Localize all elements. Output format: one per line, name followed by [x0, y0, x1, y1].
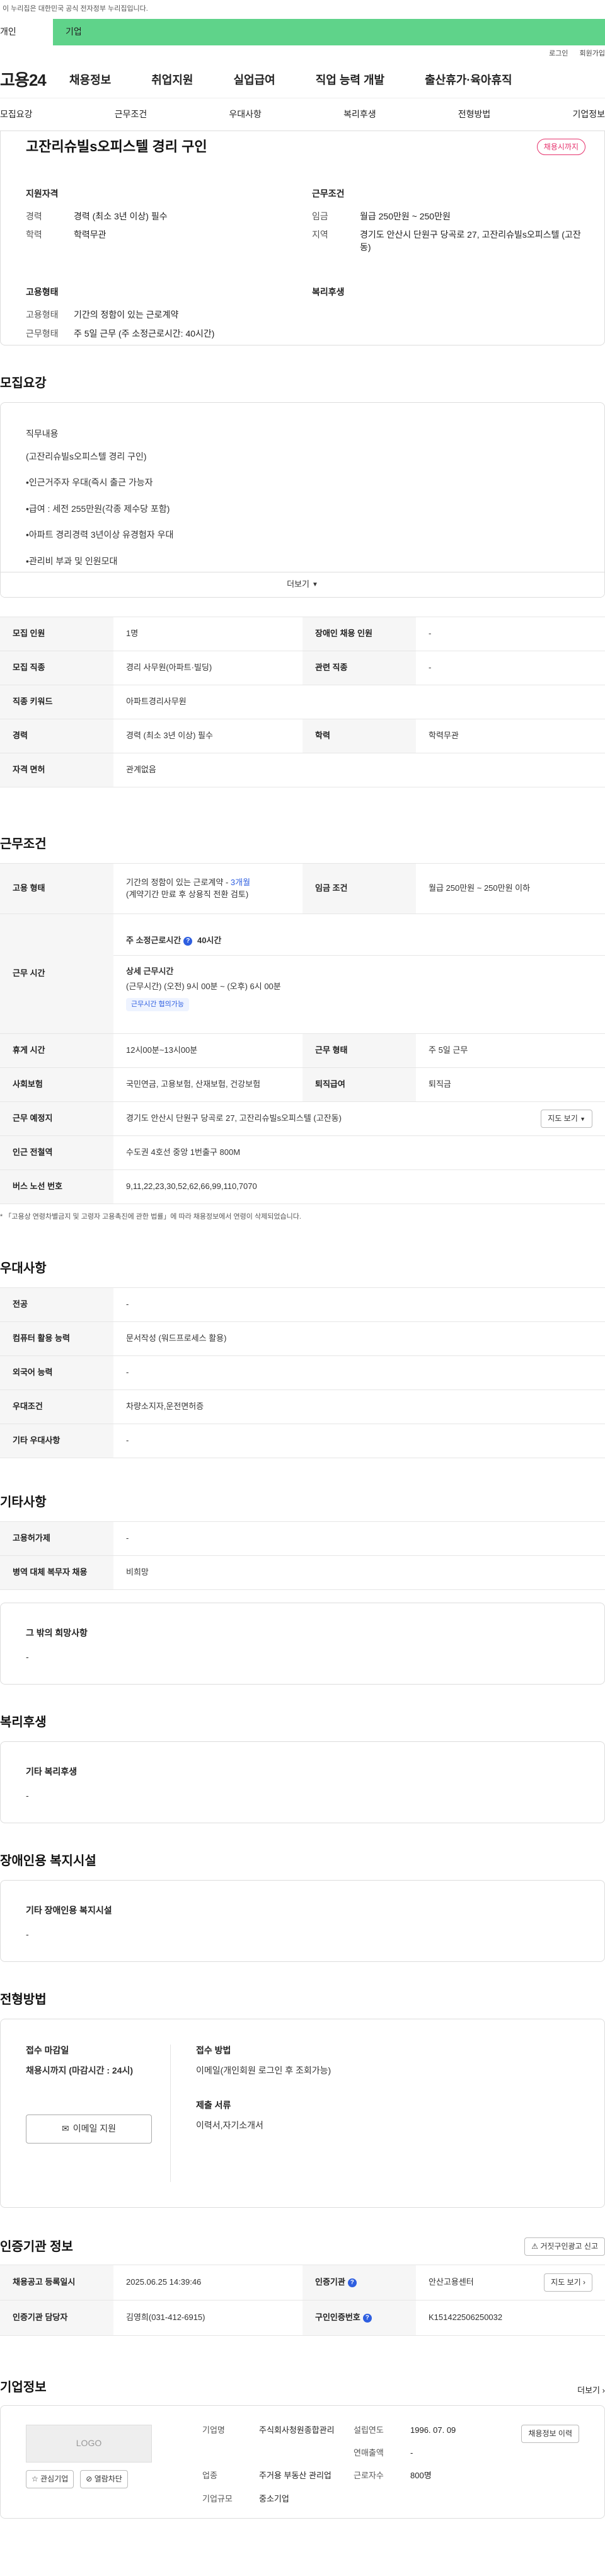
report-fake-ad-button[interactable]: ⚠ 거짓구인광고 신고	[524, 2237, 605, 2256]
section-title-disabled: 장애인용 복지시설	[0, 1854, 96, 1868]
nav-jobs[interactable]: 채용정보	[69, 73, 111, 88]
section-title-work: 근무조건	[0, 837, 47, 851]
brand-logo[interactable]: 고용24	[0, 69, 69, 91]
hours-negotiable-tag: 근무시간 협의가능	[126, 997, 190, 1011]
info-icon[interactable]: ?	[347, 2278, 357, 2287]
more-button[interactable]: 더보기 ▼	[1, 572, 604, 597]
block-icon: ⊘	[86, 2474, 93, 2483]
summary-qualification: 지원자격 경력 경력 (최소 3년 이상) 필수 학력 학력무관	[26, 189, 168, 240]
company-info-grid: 기업명 주식회사청원종합관리 설립연도 1996. 07. 09 연매출액 - …	[202, 2425, 456, 2503]
chevron-right-icon: ›	[602, 2385, 605, 2395]
work-table: 고용 형태 기간의 정함이 있는 근로계약 - 3개월 (계약기간 만료 후 상…	[0, 863, 605, 1204]
tab-work-conditions[interactable]: 근무조건	[115, 108, 147, 121]
summary-conditions: 근무조건 임금 월급 250만원 ~ 250만원 지역 경기도 안산시 단원구 당곡…	[312, 189, 581, 252]
mail-icon: ✉	[61, 2123, 69, 2134]
nav-unemployment-benefit[interactable]: 실업급여	[234, 73, 275, 88]
section-title-company: 기업정보	[0, 2381, 47, 2394]
section-title-etc: 기타사항	[0, 1495, 47, 1509]
favorite-company-button[interactable]: ☆ 관심기업	[26, 2470, 74, 2488]
login-link[interactable]: 로그인	[549, 49, 568, 59]
etc-table: 고용허가제 - 병역 대체 복무자 채용 비희망	[0, 1521, 605, 1590]
tab-recruit[interactable]: 모집요강	[0, 108, 33, 121]
age-notice: * 「고용상 연령차별금지 및 고령자 고용촉진에 관한 법률」에 따라 채용정…	[0, 1213, 301, 1221]
job-title: 고잔리슈빌s오피스텔 경리 구인	[26, 138, 207, 154]
main-nav: 고용24 채용정보 취업지원 실업급여 직업 능력 개발 출산휴가·육아휴직	[0, 63, 605, 98]
company-box: LOGO ☆ 관심기업 ⊘ 열람차단 기업명 주식회사청원종합관리 설립연도 1…	[0, 2405, 605, 2519]
section-title-preference: 우대사항	[0, 1262, 47, 1275]
deadline-badge: 채용시까지	[536, 138, 585, 156]
recruit-table: 모집 인원 1명 장애인 채용 인원 - 모집 직종 경리 사무원(아파트·빌딩…	[0, 617, 605, 787]
tab-company[interactable]: 기업정보	[572, 108, 605, 121]
gov-tab-bar: 개인 기업	[0, 19, 605, 45]
star-icon: ☆	[32, 2474, 38, 2483]
apply-box: 접수 마감일 채용시까지 (마감시간 : 24시) ✉ 이메일 지원 접수 방법…	[0, 2019, 605, 2208]
info-icon[interactable]: ?	[362, 2313, 372, 2323]
tab-selection[interactable]: 전형방법	[458, 108, 491, 121]
welfare-box: 기타 복리후생 -	[0, 1741, 605, 1823]
email-apply-button[interactable]: ✉ 이메일 지원	[26, 2115, 152, 2144]
signup-link[interactable]: 회원가입	[580, 49, 605, 59]
company-more-link[interactable]: 더보기 ›	[577, 2385, 605, 2396]
tab-preference[interactable]: 우대사항	[229, 108, 262, 121]
disabled-box: 기타 장애인용 복지시설 -	[0, 1880, 605, 1962]
section-title-agency: 인증기관 정보	[0, 2240, 73, 2254]
section-title-apply: 전형방법	[0, 1993, 47, 2007]
job-content-box: 직무내용 (고잔리슈빌s오피스텔 경리 구인) •인근거주자 우대(즉시 출근 …	[0, 402, 605, 598]
gov-tab-person[interactable]: 개인	[0, 19, 53, 45]
map-view-button[interactable]: 지도 보기 ▼	[541, 1110, 592, 1128]
chevron-down-icon: ▼	[580, 1116, 585, 1123]
nav-parental-leave[interactable]: 출산휴가·육아휴직	[425, 73, 512, 88]
block-view-button[interactable]: ⊘ 열람차단	[80, 2470, 128, 2488]
section-title-recruit: 모집요강	[0, 376, 47, 390]
preference-table: 전공 - 컴퓨터 활용 능력 문서작성 (워드프로세스 활용) 외국어 능력 - 우대…	[0, 1287, 605, 1458]
agency-map-button[interactable]: 지도 보기 ›	[544, 2273, 592, 2292]
etc-hope-box: 그 밖의 희망사항 -	[0, 1603, 605, 1685]
page: 이 누리집은 대한민국 공식 전자정부 누리집입니다. 개인 기업 로그인 회원…	[0, 0, 605, 2519]
company-logo: LOGO	[26, 2425, 152, 2463]
summary-card: 고잔리슈빌s오피스텔 경리 구인 채용시까지 지원자격 경력 경력 (최소 3년 …	[0, 131, 605, 345]
util-links: 로그인 회원가입	[0, 45, 605, 63]
summary-employment: 고용형태 고용형태 기간의 정함이 있는 근로계약 근무형태 주 5일 근무 (주 …	[26, 287, 215, 339]
agency-table: 채용공고 등록일시 2025.06.25 14:39:46 인증기관? 안산고용…	[0, 2265, 605, 2336]
info-icon[interactable]: ?	[183, 936, 193, 946]
nav-employment-support[interactable]: 취업지원	[151, 73, 193, 88]
section-title-welfare: 복리후생	[0, 1715, 47, 1729]
warning-icon: ⚠	[531, 2242, 538, 2251]
gov-notice: 이 누리집은 대한민국 공식 전자정부 누리집입니다.	[0, 0, 605, 19]
tab-welfare[interactable]: 복리후생	[343, 108, 376, 121]
anchor-tabs: 모집요강 근무조건 우대사항 복리후생 전형방법 기업정보	[0, 98, 605, 131]
deadline-text: 채용시까지 (마감시간 : 24시)	[26, 2065, 134, 2075]
summary-welfare: 복리후생	[312, 287, 345, 298]
nav-vocational-training[interactable]: 직업 능력 개발	[316, 73, 384, 88]
chevron-down-icon: ▼	[311, 581, 318, 588]
recruit-history-button[interactable]: 채용정보 이력	[521, 2425, 579, 2443]
gov-tab-corp[interactable]: 기업	[53, 19, 82, 45]
chevron-right-icon: ›	[583, 2278, 585, 2287]
